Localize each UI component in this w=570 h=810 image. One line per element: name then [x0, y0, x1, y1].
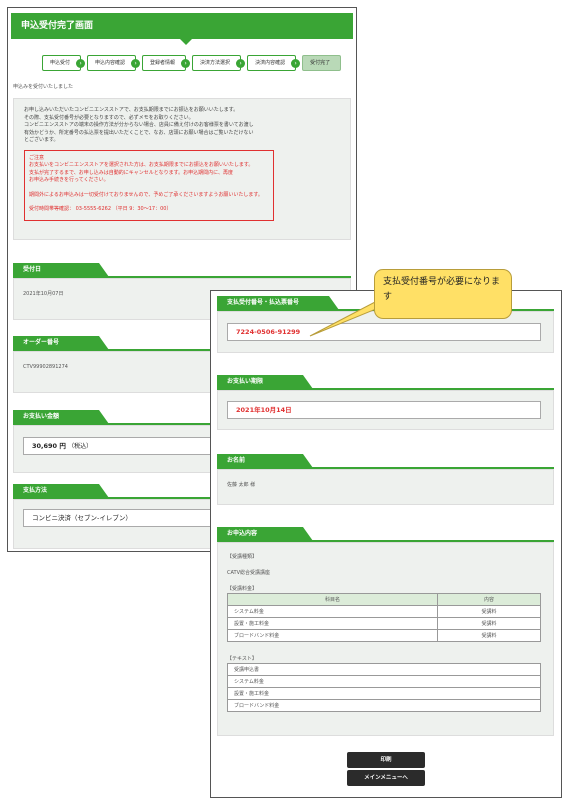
- table-row: 設置・施工料金 受講料: [227, 617, 541, 630]
- table-row: 設置・施工料金: [227, 687, 541, 700]
- chevron-right-icon: ›: [291, 59, 301, 68]
- section-order-header: オーダー番号: [13, 336, 109, 350]
- service-value: CATV総合受講講座: [227, 570, 270, 576]
- table-row: システム料金 受講料: [227, 605, 541, 618]
- date-value: 2021年10月07日: [23, 291, 64, 297]
- payment-detail-page: 支払受付番号・払込票番号 7224-0506-91299 お支払い期限 2021…: [210, 290, 562, 798]
- section-deadline-header: お支払い期限: [217, 375, 313, 389]
- text-tag: 【テキスト】: [227, 656, 257, 662]
- table-cell: 設置・施工料金: [227, 687, 541, 700]
- amount-value: 30,690 円: [32, 442, 66, 450]
- table-header-row: 科目名 内容: [227, 593, 541, 606]
- header-notch: [180, 39, 192, 45]
- page-title: 申込受付完了画面: [11, 13, 353, 39]
- section-method-header: 支払方法: [13, 484, 109, 498]
- fee-tag: 【受講料金】: [227, 586, 258, 592]
- section-name-header: お名前: [217, 454, 313, 468]
- service-tag: 【受講種類】: [227, 554, 258, 560]
- alert-title: ご注意: [29, 154, 45, 161]
- name-value: 佐藤 太郎 様: [227, 482, 256, 488]
- table-cell: システム料金: [227, 675, 541, 688]
- alert-text: お支払いをコンビニエンスストアを選択された方は、お支払期限までにお振込をお願いい…: [29, 162, 254, 183]
- alert-box: ご注意 お支払いをコンビニエンスストアを選択された方は、お支払期限までにお振込を…: [24, 149, 274, 221]
- step-registrant: 登録者情報 ›: [142, 55, 191, 71]
- table-cell: ブロードバンド料金: [227, 629, 438, 642]
- step-application: 申込受付 ›: [42, 55, 86, 71]
- print-button[interactable]: 印刷: [347, 752, 425, 768]
- step-payment-method: 決済方法選択 ›: [192, 55, 246, 71]
- deadline-value: 2021年10月14日: [227, 401, 541, 419]
- chevron-right-icon: ›: [76, 59, 86, 68]
- callout-annotation: 支払受付番号が必要になります: [374, 269, 512, 319]
- step-confirm-content: 申込内容確認 ›: [87, 55, 141, 71]
- alert-contact: 受付時間帯等確認： 03-5555-6262 （平日 9：30～17：00）: [29, 206, 172, 212]
- step-complete: 受付完了: [302, 55, 342, 71]
- chevron-right-icon: ›: [236, 59, 246, 68]
- column-header: 内容: [437, 593, 541, 606]
- amount-tax: （税込）: [68, 443, 93, 450]
- section-details-header: お申込内容: [217, 527, 313, 541]
- chevron-right-icon: ›: [181, 59, 191, 68]
- table-row: ブロードバンド料金 受講料: [227, 629, 541, 642]
- table-row: ブロードバンド料金: [227, 699, 541, 712]
- alert-text: 期間外によるお申込みは一切受付けておりませんので、予めご了承くださいますようお願…: [29, 191, 263, 198]
- main-menu-button[interactable]: メインメニューへ: [347, 770, 425, 786]
- table-cell: 受講申込書: [227, 663, 541, 676]
- step-payment-confirm: 決済内容確認 ›: [247, 55, 301, 71]
- info-text: お申し込みいただいたコンビニエンスストアで、お支払期限までにお振込をお願いいたし…: [24, 107, 254, 143]
- received-note: 申込みを受付いたしました: [13, 84, 74, 90]
- fee-table: 科目名 内容 システム料金 受講料 設置・施工料金 受講料 ブロードバンド料金 …: [227, 593, 541, 642]
- table-cell: 受講料: [437, 617, 541, 630]
- table-cell: 受講料: [437, 629, 541, 642]
- order-value: CTV99902891274: [23, 364, 68, 370]
- table-cell: 設置・施工料金: [227, 617, 438, 630]
- table-row: 受講申込書: [227, 663, 541, 676]
- progress-steps: 申込受付 › 申込内容確認 › 登録者情報 › 決済方法選択 › 決済内容確認 › 受付完…: [42, 55, 342, 71]
- chevron-right-icon: ›: [131, 59, 141, 68]
- table-cell: 受講料: [437, 605, 541, 618]
- info-box: お申し込みいただいたコンビニエンスストアで、お支払期限までにお振込をお願いいたし…: [13, 98, 351, 240]
- table-cell: ブロードバンド料金: [227, 699, 541, 712]
- section-name-body: [217, 469, 554, 505]
- table-row: システム料金: [227, 675, 541, 688]
- section-amount-header: お支払い金額: [13, 410, 109, 424]
- section-date-header: 受付日: [13, 263, 109, 277]
- table-cell: システム料金: [227, 605, 438, 618]
- column-header: 科目名: [227, 593, 438, 606]
- text-table: 受講申込書 システム料金 設置・施工料金 ブロードバンド料金: [227, 663, 541, 712]
